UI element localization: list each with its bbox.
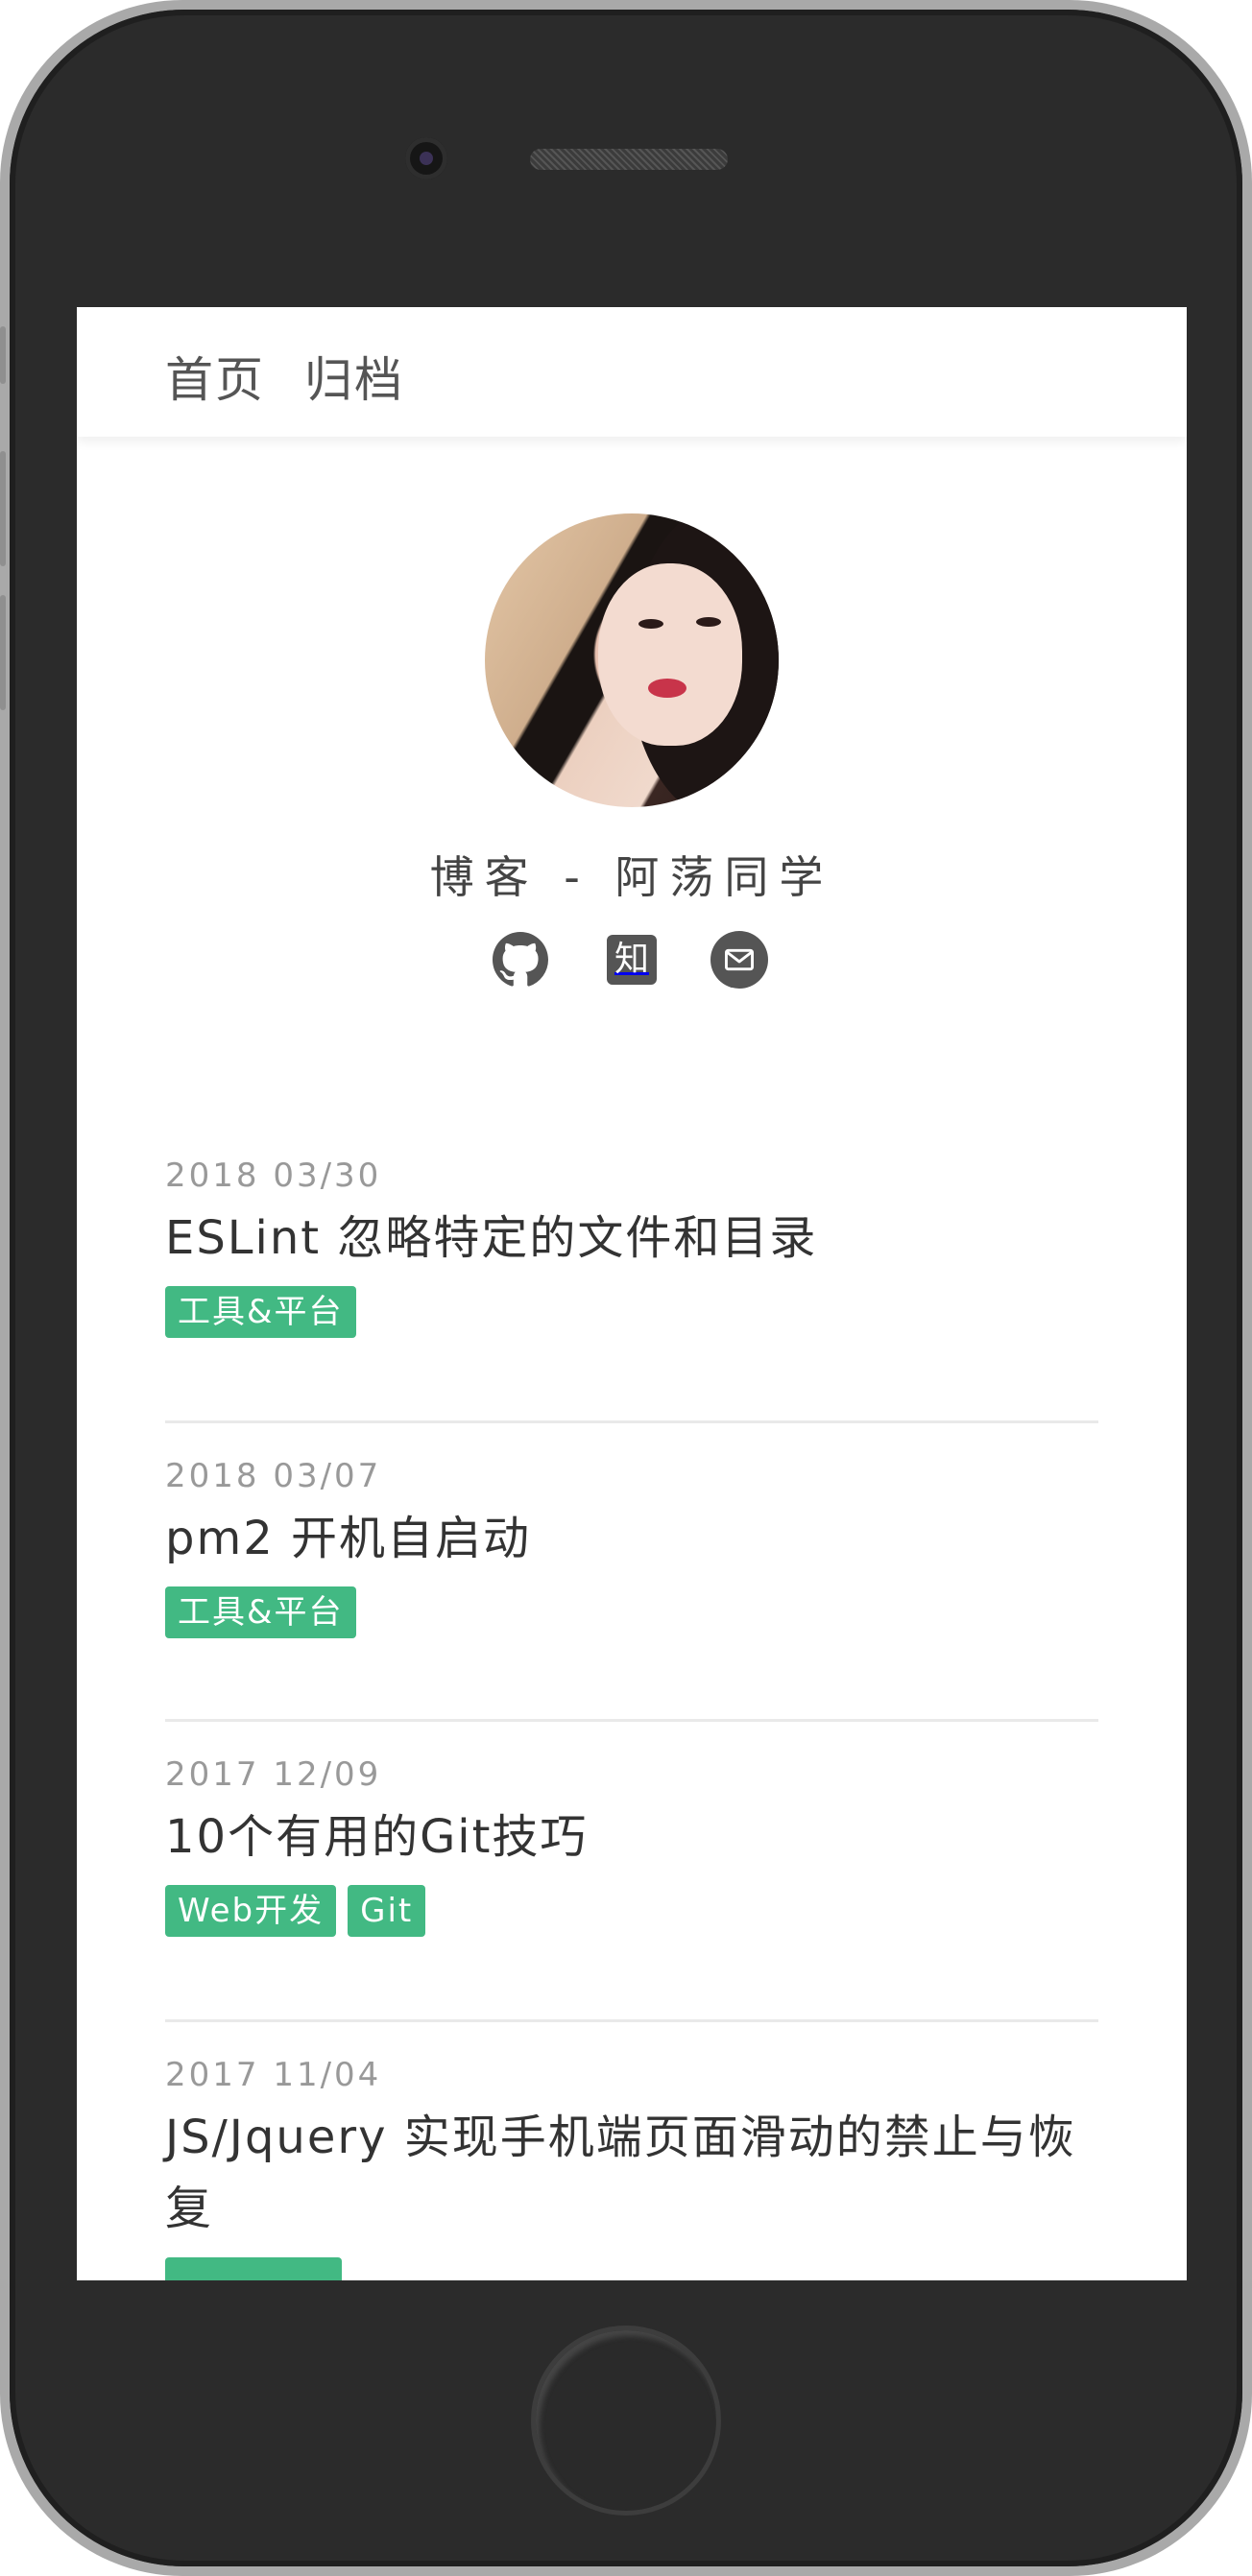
avatar-lips <box>648 679 686 698</box>
github-icon <box>493 932 548 987</box>
nav-archive-link[interactable]: 归档 <box>304 342 404 411</box>
mail-icon <box>710 931 768 989</box>
phone-volume-up <box>0 451 6 566</box>
phone-silent-switch <box>0 326 6 384</box>
avatar-face <box>598 563 742 746</box>
post-date: 2018 03/07 <box>165 1457 382 1495</box>
tag-badge[interactable]: Git <box>348 1885 426 1937</box>
tag-badge[interactable]: Web开发 <box>165 1885 337 1937</box>
post-tags: 工具&平台 <box>165 1586 356 1638</box>
blog-title: 博客 - 阿荡同学 <box>429 851 834 903</box>
post-date: 2017 12/09 <box>165 1755 382 1794</box>
post-list: 2018 03/30 ESLint 忽略特定的文件和目录 工具&平台 2018 … <box>165 1123 1098 2280</box>
tag-badge[interactable]: 工具&平台 <box>165 1286 356 1338</box>
post-item: 2018 03/30 ESLint 忽略特定的文件和目录 工具&平台 <box>165 1123 1098 1423</box>
post-tags: Web开发 Git <box>165 1885 426 1937</box>
phone-screen: 首页 归档 博客 - 阿荡同学 知 2018 03/30 ESLint 忽略特定… <box>77 307 1187 2280</box>
tag-badge[interactable] <box>165 2257 342 2280</box>
post-title-link[interactable]: 10个有用的Git技巧 <box>165 1801 1098 1872</box>
post-item: 2017 11/04 JS/Jquery 实现手机端页面滑动的禁止与恢复 <box>165 2022 1098 2280</box>
post-tags <box>165 2257 342 2280</box>
post-title-link[interactable]: pm2 开机自启动 <box>165 1503 1098 1574</box>
nav-home-link[interactable]: 首页 <box>165 342 265 411</box>
avatar-eye-right <box>696 617 721 627</box>
post-item: 2018 03/07 pm2 开机自启动 工具&平台 <box>165 1423 1098 1722</box>
zhihu-icon: 知 <box>607 935 657 985</box>
top-nav: 首页 归档 <box>77 307 1187 437</box>
github-link[interactable] <box>492 931 549 989</box>
avatar[interactable] <box>485 513 779 807</box>
post-tags: 工具&平台 <box>165 1286 356 1338</box>
post-title-link[interactable]: ESLint 忽略特定的文件和目录 <box>165 1203 1098 1274</box>
phone-frame: 首页 归档 博客 - 阿荡同学 知 2018 03/30 ESLint 忽略特定… <box>0 0 1252 2576</box>
phone-volume-down <box>0 595 6 710</box>
tag-badge[interactable]: 工具&平台 <box>165 1586 356 1638</box>
earpiece-speaker <box>530 149 728 170</box>
post-title-link[interactable]: JS/Jquery 实现手机端页面滑动的禁止与恢复 <box>165 2102 1098 2244</box>
front-camera <box>405 137 447 179</box>
post-date: 2017 11/04 <box>165 2056 382 2094</box>
home-button[interactable] <box>531 2326 721 2516</box>
zhihu-link[interactable]: 知 <box>603 931 661 989</box>
post-item: 2017 12/09 10个有用的Git技巧 Web开发 Git <box>165 1722 1098 2022</box>
mail-link[interactable] <box>710 931 768 989</box>
avatar-eye-left <box>638 619 663 629</box>
post-date: 2018 03/30 <box>165 1157 382 1195</box>
